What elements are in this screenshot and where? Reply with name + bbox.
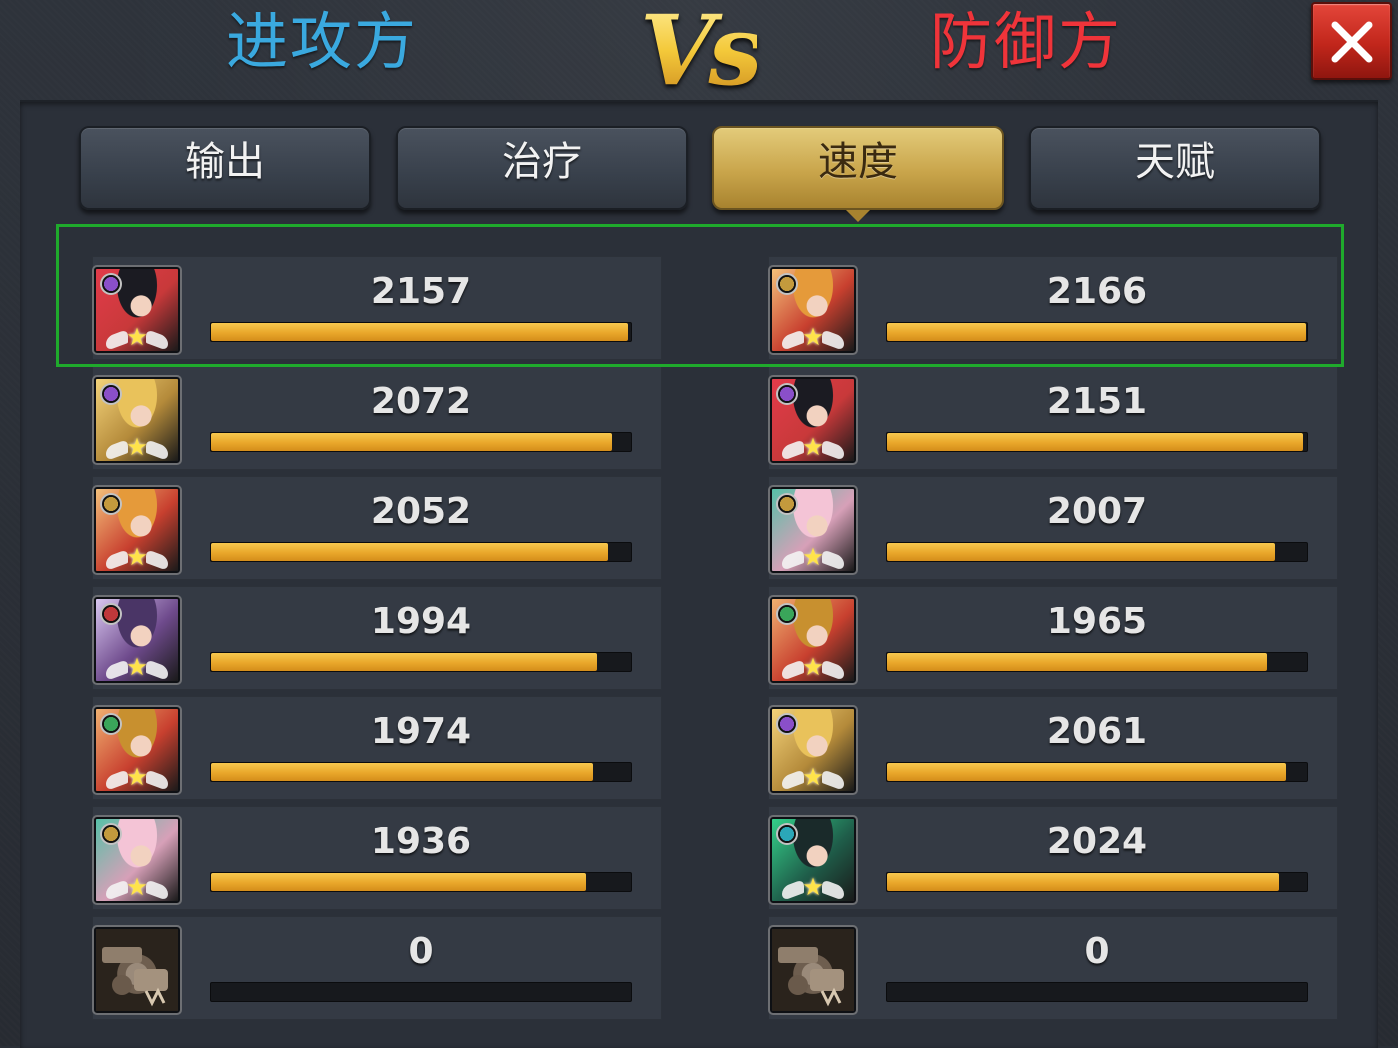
hero-avatar[interactable]: ★ bbox=[92, 595, 182, 685]
star-icon: ★ bbox=[802, 543, 824, 571]
speed-value: 2072 bbox=[370, 381, 472, 422]
hero-avatar[interactable] bbox=[768, 925, 858, 1015]
speed-bar bbox=[886, 982, 1308, 1002]
hero-avatar[interactable]: ★ bbox=[768, 375, 858, 465]
star-icon: ★ bbox=[126, 433, 148, 461]
hero-avatar[interactable]: ★ bbox=[92, 485, 182, 575]
tab-talent-label: 天赋 bbox=[1135, 139, 1215, 185]
faction-icon bbox=[100, 823, 122, 845]
star-icon: ★ bbox=[126, 543, 148, 571]
speed-value: 2166 bbox=[1046, 271, 1148, 312]
hero-portrait bbox=[772, 929, 854, 1011]
speed-bar bbox=[210, 432, 632, 452]
hero-portrait bbox=[96, 929, 178, 1011]
faction-icon bbox=[776, 383, 798, 405]
hero-avatar[interactable]: ★ bbox=[768, 705, 858, 795]
faction-icon bbox=[776, 823, 798, 845]
hero-avatar[interactable]: ★ bbox=[92, 265, 182, 355]
speed-value: 2024 bbox=[1046, 821, 1148, 862]
speed-value: 2052 bbox=[370, 491, 472, 532]
speed-bar-fill bbox=[211, 873, 586, 891]
attacker-title: 进攻方 bbox=[226, 5, 419, 78]
speed-bar-fill bbox=[887, 653, 1268, 671]
speed-value: 1994 bbox=[370, 601, 472, 642]
faction-icon bbox=[100, 383, 122, 405]
speed-bar bbox=[210, 762, 632, 782]
speed-bar bbox=[210, 542, 632, 562]
speed-value: 1974 bbox=[370, 711, 472, 752]
speed-bar-fill bbox=[211, 433, 613, 451]
speed-value: 2061 bbox=[1046, 711, 1148, 752]
speed-value: 1936 bbox=[370, 821, 472, 862]
header: 进攻方 Vs 防御方 bbox=[0, 0, 1398, 107]
speed-bar-fill bbox=[211, 543, 609, 561]
hero-avatar[interactable]: ★ bbox=[768, 815, 858, 905]
star-icon: ★ bbox=[126, 873, 148, 901]
speed-bar-fill bbox=[887, 873, 1279, 891]
speed-bar-fill bbox=[887, 323, 1307, 341]
faction-icon bbox=[776, 603, 798, 625]
faction-icon bbox=[100, 493, 122, 515]
speed-bar-fill bbox=[887, 543, 1276, 561]
star-icon: ★ bbox=[802, 323, 824, 351]
speed-bar bbox=[210, 982, 632, 1002]
defender-title: 防御方 bbox=[930, 5, 1123, 78]
tab-healing[interactable]: 治疗 bbox=[396, 126, 688, 210]
hero-avatar[interactable]: ★ bbox=[768, 265, 858, 355]
star-icon: ★ bbox=[802, 653, 824, 681]
speed-bar bbox=[886, 432, 1308, 452]
star-icon: ★ bbox=[126, 653, 148, 681]
close-icon bbox=[1331, 21, 1373, 63]
speed-bar-fill bbox=[887, 433, 1304, 451]
close-button[interactable] bbox=[1311, 2, 1392, 80]
speed-value: 1965 bbox=[1046, 601, 1148, 642]
hero-avatar[interactable]: ★ bbox=[768, 595, 858, 685]
tab-talent[interactable]: 天赋 bbox=[1029, 126, 1321, 210]
star-icon: ★ bbox=[126, 763, 148, 791]
faction-icon bbox=[100, 713, 122, 735]
star-icon: ★ bbox=[802, 433, 824, 461]
faction-icon bbox=[776, 493, 798, 515]
faction-icon bbox=[100, 603, 122, 625]
speed-bar bbox=[886, 542, 1308, 562]
tab-damage[interactable]: 输出 bbox=[79, 126, 371, 210]
star-icon: ★ bbox=[802, 873, 824, 901]
speed-value: 2007 bbox=[1046, 491, 1148, 532]
speed-value: 2151 bbox=[1046, 381, 1148, 422]
speed-bar-fill bbox=[887, 763, 1286, 781]
faction-icon bbox=[100, 273, 122, 295]
hero-avatar[interactable]: ★ bbox=[768, 485, 858, 575]
speed-value: 2157 bbox=[370, 271, 472, 312]
faction-icon bbox=[776, 713, 798, 735]
star-icon: ★ bbox=[126, 323, 148, 351]
speed-bar-fill bbox=[211, 323, 629, 341]
speed-bar bbox=[886, 762, 1308, 782]
tab-speed[interactable]: 速度 bbox=[712, 126, 1004, 222]
stat-tabs: 输出 治疗 速度 天赋 bbox=[79, 126, 1323, 222]
speed-bar bbox=[886, 322, 1308, 342]
speed-bar bbox=[886, 652, 1308, 672]
tab-speed-label: 速度 bbox=[818, 139, 898, 185]
vs-label: Vs bbox=[640, 0, 763, 107]
speed-bar-fill bbox=[211, 653, 597, 671]
speed-bar bbox=[210, 872, 632, 892]
speed-value: 0 bbox=[408, 931, 434, 972]
hero-avatar[interactable]: ★ bbox=[92, 815, 182, 905]
tab-damage-label: 输出 bbox=[185, 139, 265, 185]
speed-bar bbox=[210, 322, 632, 342]
hero-avatar[interactable]: ★ bbox=[92, 705, 182, 795]
speed-bar bbox=[210, 652, 632, 672]
speed-bar bbox=[886, 872, 1308, 892]
hero-avatar[interactable] bbox=[92, 925, 182, 1015]
faction-icon bbox=[776, 273, 798, 295]
speed-value: 0 bbox=[1084, 931, 1110, 972]
speed-bar-fill bbox=[211, 763, 594, 781]
tab-healing-label: 治疗 bbox=[502, 139, 582, 185]
hero-avatar[interactable]: ★ bbox=[92, 375, 182, 465]
star-icon: ★ bbox=[802, 763, 824, 791]
